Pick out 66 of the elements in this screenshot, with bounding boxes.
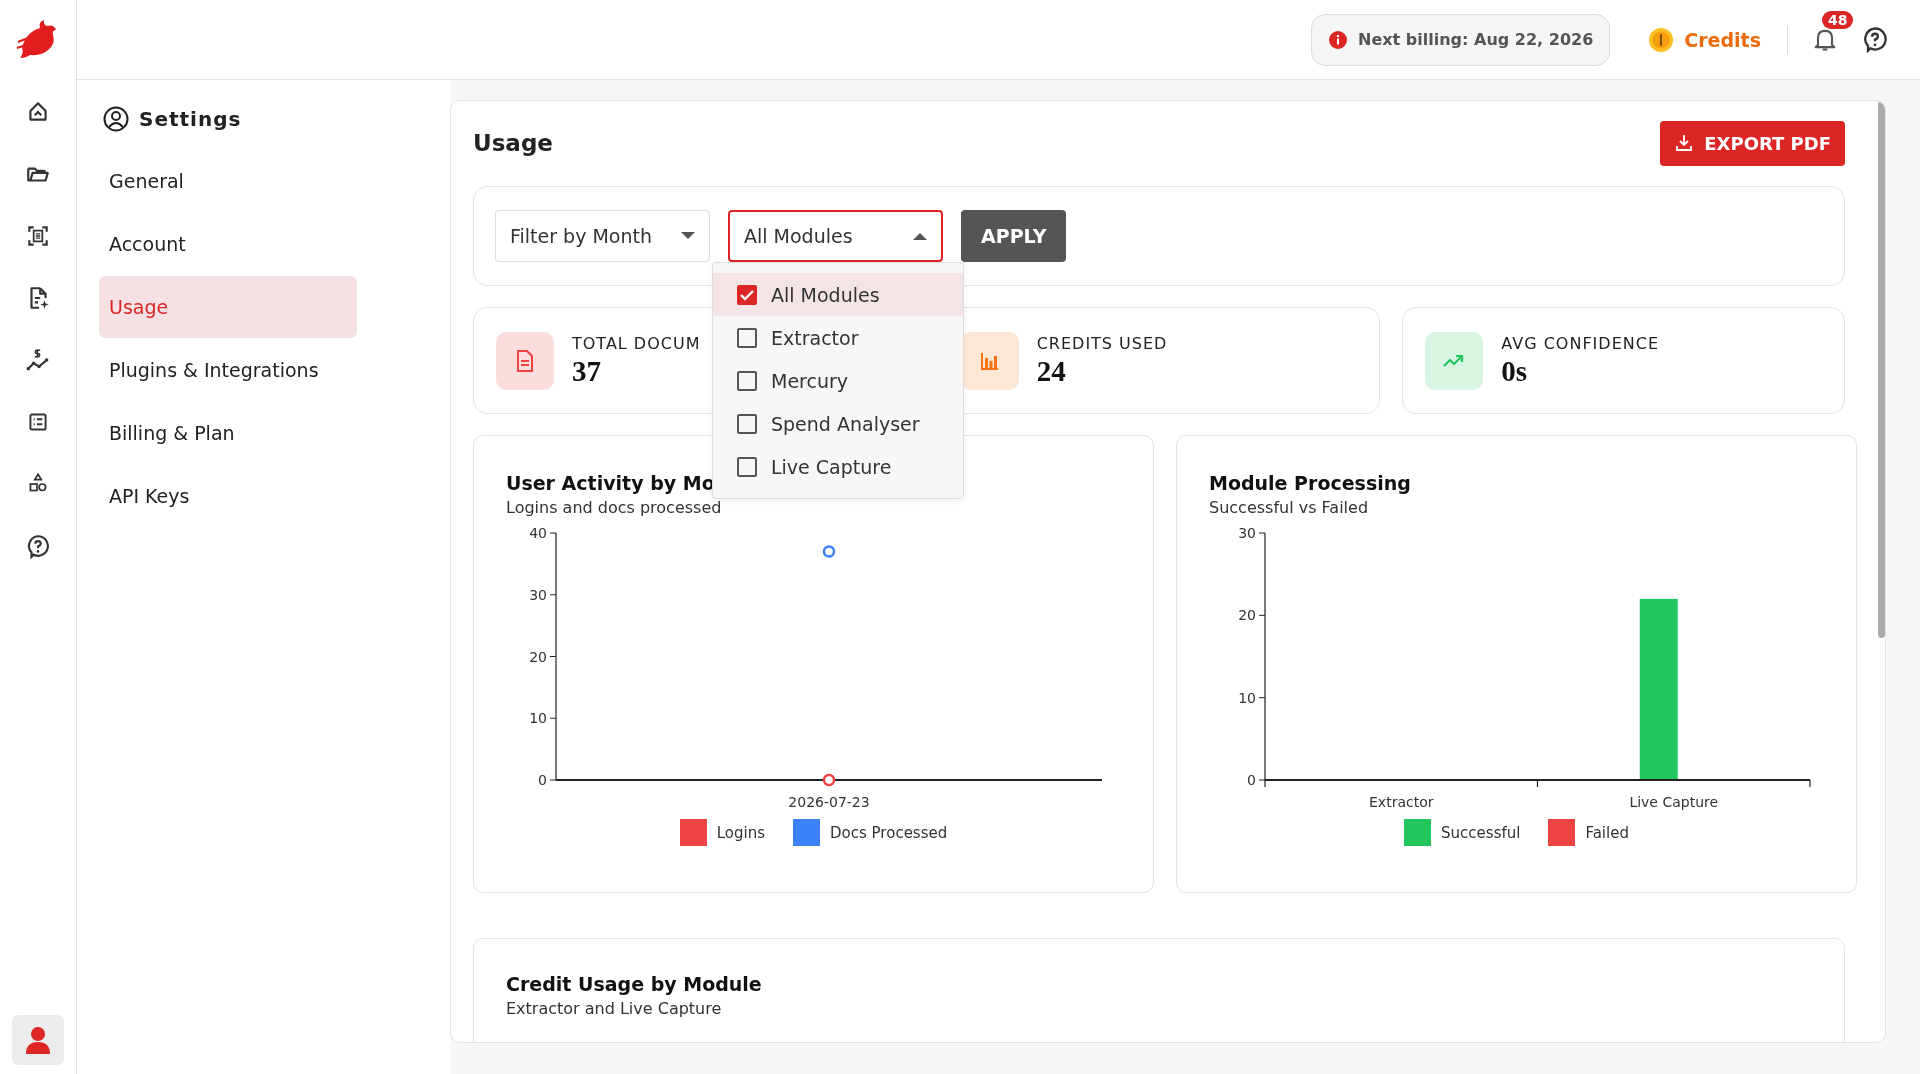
checkbox[interactable] xyxy=(737,413,757,434)
checkbox[interactable] xyxy=(737,327,757,348)
axis-tick-label: 10 xyxy=(1238,689,1256,706)
module-option[interactable]: Live Capture xyxy=(713,445,963,488)
axis-tick-label: Live Capture xyxy=(1629,794,1719,810)
notification-badge: 48 xyxy=(1822,10,1854,29)
axis-tick-label: 0 xyxy=(1247,772,1256,788)
coin-icon xyxy=(1648,26,1675,53)
billing-text: Next billing: Aug 22, 2026 xyxy=(1358,30,1594,49)
stat-label: CREDITS USED xyxy=(1036,333,1168,353)
settings-nav-item[interactable]: General xyxy=(99,150,357,212)
chart-title: Module Processing xyxy=(1209,472,1412,494)
settings-nav-item[interactable]: Billing & Plan xyxy=(99,402,357,464)
module-option[interactable]: Spend Analyser xyxy=(713,402,963,445)
month-select[interactable]: Filter by Month xyxy=(495,210,710,262)
stat-value: 0s xyxy=(1501,354,1529,388)
page-title: Usage xyxy=(473,130,553,156)
axis-tick-label: Extractor xyxy=(1369,794,1434,810)
data-point xyxy=(822,773,836,787)
legend-swatch xyxy=(1548,819,1576,846)
checkbox[interactable] xyxy=(737,456,757,477)
axis-tick-label: 0 xyxy=(538,772,547,788)
chart-subtitle: Successful vs Failed xyxy=(1209,498,1370,517)
settings-title: Settings xyxy=(139,107,242,131)
legend-label: Docs Processed xyxy=(830,823,948,842)
checkbox[interactable] xyxy=(737,284,757,305)
chart-subtitle: Logins and docs processed xyxy=(506,498,723,517)
apply-button[interactable]: APPLY xyxy=(961,210,1067,262)
legend-swatch xyxy=(679,819,707,846)
axis-tick-label: 40 xyxy=(529,525,547,541)
checkbox[interactable] xyxy=(737,370,757,391)
module-select[interactable]: All Modules xyxy=(728,210,943,262)
axis-tick-label: 20 xyxy=(529,648,547,665)
download-icon xyxy=(1674,133,1695,153)
legend-swatch xyxy=(793,819,821,846)
settings-nav-item[interactable]: Account xyxy=(99,213,357,275)
scrollbar-thumb[interactable] xyxy=(1878,101,1885,638)
stat-value: 37 xyxy=(572,354,602,388)
axis-tick-label: 2026-07-23 xyxy=(788,794,870,810)
module-option[interactable]: All Modules xyxy=(713,273,963,316)
person-icon xyxy=(25,1026,51,1054)
stat-label: TOTAL DOCUM xyxy=(572,333,701,353)
export-pdf-button[interactable]: EXPORT PDF xyxy=(1660,120,1845,166)
legend-label: Failed xyxy=(1585,823,1629,842)
chart-subtitle: Extractor and Live Capture xyxy=(506,999,723,1018)
module-option[interactable]: Extractor xyxy=(713,316,963,359)
legend-label: Logins xyxy=(716,823,766,842)
settings-nav-item[interactable]: Usage xyxy=(99,276,357,338)
settings-nav-item[interactable]: API Keys xyxy=(99,465,357,527)
stat-label: AVG CONFIDENCE xyxy=(1501,333,1659,353)
stat-value: 24 xyxy=(1036,354,1067,388)
legend-label: Successful xyxy=(1441,823,1521,842)
axis-tick-label: 30 xyxy=(1238,525,1256,541)
info-icon xyxy=(1328,29,1349,50)
caret-icon xyxy=(913,232,927,240)
caret-icon xyxy=(681,232,695,240)
settings-nav-item[interactable]: Plugins & Integrations xyxy=(99,339,357,401)
data-point xyxy=(822,545,836,558)
profile-button[interactable] xyxy=(12,1015,64,1065)
axis-tick-label: 20 xyxy=(1238,607,1256,624)
module-option[interactable]: Mercury xyxy=(713,359,963,402)
legend-swatch xyxy=(1404,819,1432,846)
user-circle-icon xyxy=(103,106,129,132)
axis-tick-label: 10 xyxy=(529,710,547,727)
axis-tick-label: 30 xyxy=(529,586,547,603)
chart-title: Credit Usage by Module xyxy=(506,973,763,995)
